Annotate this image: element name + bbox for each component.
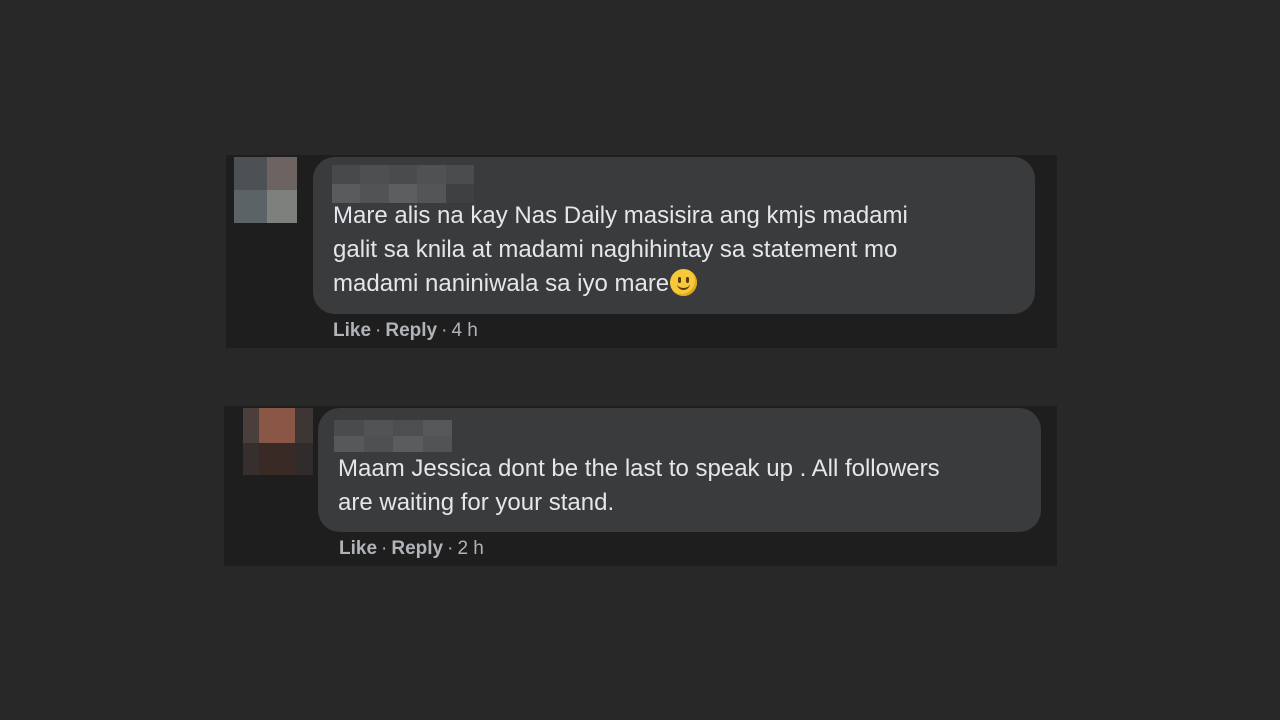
separator-dot: · [375, 320, 382, 341]
like-button[interactable]: Like [339, 538, 377, 559]
timestamp[interactable]: 2 h [457, 538, 483, 559]
smiling-face-icon [670, 269, 698, 296]
comment-text: Maam Jessica dont be the last to speak u… [338, 455, 940, 516]
reply-button[interactable]: Reply [391, 538, 443, 559]
comment-bubble: Mare alis na kay Nas Daily masisira ang … [313, 157, 1035, 314]
reply-button[interactable]: Reply [385, 320, 437, 341]
author-name-redacted[interactable] [334, 420, 452, 452]
timestamp[interactable]: 4 h [451, 320, 477, 341]
comment-bubble: Maam Jessica dont be the last to speak u… [318, 408, 1041, 532]
author-name-redacted[interactable] [332, 165, 474, 203]
comment-actions: Like · Reply · 4 h [333, 320, 478, 342]
comment: Mare alis na kay Nas Daily masisira ang … [226, 155, 1057, 348]
separator-dot: · [381, 538, 388, 559]
separator-dot: · [447, 538, 454, 559]
comment: Maam Jessica dont be the last to speak u… [224, 406, 1057, 566]
comment-text: Mare alis na kay Nas Daily masisira ang … [333, 202, 908, 297]
avatar[interactable] [234, 157, 297, 223]
like-button[interactable]: Like [333, 320, 371, 341]
comment-actions: Like · Reply · 2 h [339, 538, 484, 560]
avatar[interactable] [243, 408, 313, 475]
separator-dot: · [441, 320, 448, 341]
